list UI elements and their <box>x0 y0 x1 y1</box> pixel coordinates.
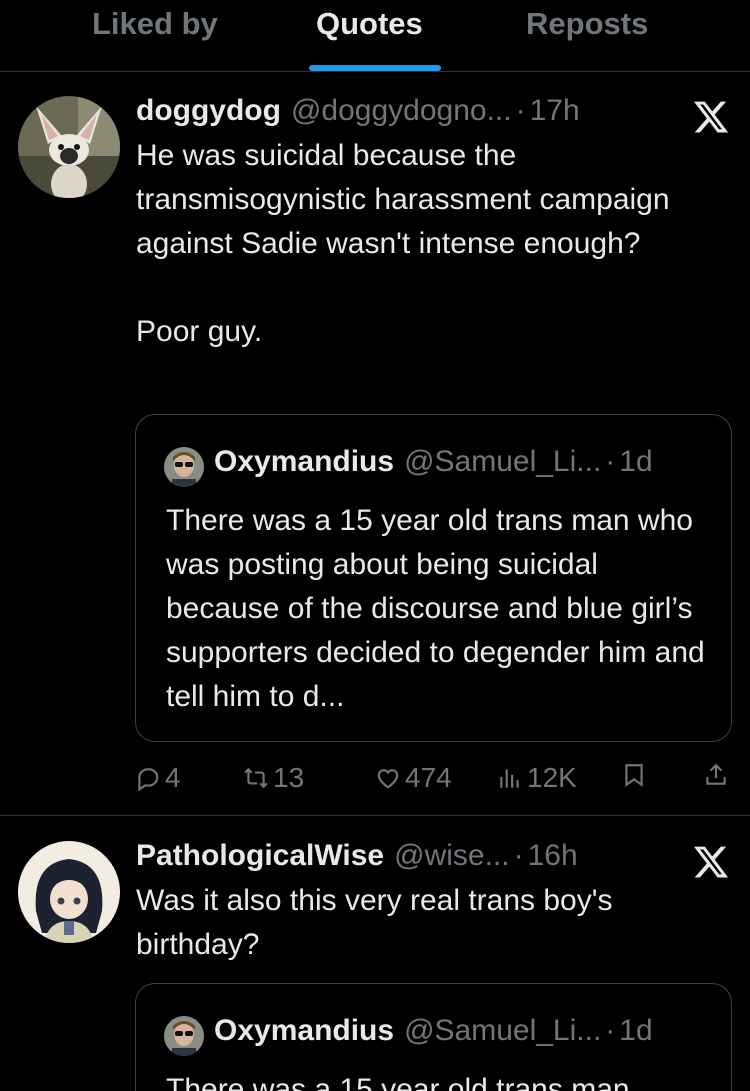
repost-button[interactable]: 13 <box>243 762 304 794</box>
display-name: Oxymandius <box>214 1014 395 1047</box>
quoted-post-header: Oxymandius @Samuel_Li... · 1d <box>214 1014 653 1048</box>
views-button[interactable]: 12K <box>497 762 577 794</box>
timestamp[interactable]: 16h <box>528 839 578 873</box>
like-count: 474 <box>405 762 452 793</box>
repost-count: 13 <box>273 762 305 793</box>
quoted-post-text: There was a 15 year old trans man who wa… <box>166 504 705 713</box>
timestamp: 1d <box>619 445 653 478</box>
avatar <box>164 447 204 487</box>
quoted-post-header: Oxymandius @Samuel_Li... · 1d <box>214 445 653 479</box>
tab-reposts[interactable]: Reposts <box>526 6 648 42</box>
tab-bar: Liked by Quotes Reposts <box>0 0 750 72</box>
repost-icon <box>244 767 268 789</box>
separator: · <box>605 1014 616 1047</box>
display-name: Oxymandius <box>214 445 395 478</box>
post-text: He was suicidal because the transmisogyn… <box>136 139 670 348</box>
user-handle: @Samuel_Li... <box>404 445 602 478</box>
separator: · <box>513 839 524 872</box>
like-icon <box>377 769 399 789</box>
post-header: doggydog @doggydogno... · 17h <box>136 94 580 128</box>
user-handle[interactable]: @wise... <box>394 839 509 873</box>
reply-button[interactable]: 4 <box>135 762 181 794</box>
avatar <box>164 1016 204 1056</box>
action-bar: 4 13 474 12K <box>135 762 735 802</box>
display-name[interactable]: PathologicalWise <box>136 839 384 873</box>
user-handle[interactable]: @doggydogno... <box>291 94 512 128</box>
quoted-post[interactable]: Oxymandius @Samuel_Li... · 1d There was … <box>135 414 732 742</box>
quoted-post[interactable]: Oxymandius @Samuel_Li... · 1d There was … <box>135 983 732 1091</box>
tab-liked-by[interactable]: Liked by <box>92 6 218 42</box>
reply-count: 4 <box>165 762 181 793</box>
x-logo-icon <box>692 98 730 136</box>
avatar[interactable] <box>18 96 120 198</box>
bookmark-icon <box>625 764 643 787</box>
avatar[interactable] <box>18 841 120 943</box>
timestamp[interactable]: 17h <box>530 94 580 128</box>
share-button[interactable] <box>703 762 729 788</box>
user-handle: @Samuel_Li... <box>404 1014 602 1047</box>
views-count: 12K <box>527 762 577 793</box>
timestamp: 1d <box>619 1014 653 1047</box>
like-button[interactable]: 474 <box>375 762 452 794</box>
reply-icon <box>138 768 159 791</box>
separator: · <box>515 94 526 127</box>
post-header: PathologicalWise @wise... · 16h <box>136 839 578 873</box>
bookmark-button[interactable] <box>621 762 647 788</box>
display-name[interactable]: doggydog <box>136 94 281 128</box>
separator: · <box>605 445 616 478</box>
active-tab-indicator <box>309 65 441 71</box>
quoted-post-text: There was a 15 year old trans man <box>166 1073 630 1091</box>
views-icon <box>500 769 519 788</box>
share-icon <box>706 763 726 785</box>
post-text: Was it also this very real trans boy's b… <box>136 884 621 961</box>
tab-quotes[interactable]: Quotes <box>316 6 423 42</box>
post[interactable]: doggydog @doggydogno... · 17h He was sui… <box>0 72 750 816</box>
post[interactable]: PathologicalWise @wise... · 16h Was it a… <box>0 817 750 1091</box>
x-logo-icon <box>692 843 730 881</box>
